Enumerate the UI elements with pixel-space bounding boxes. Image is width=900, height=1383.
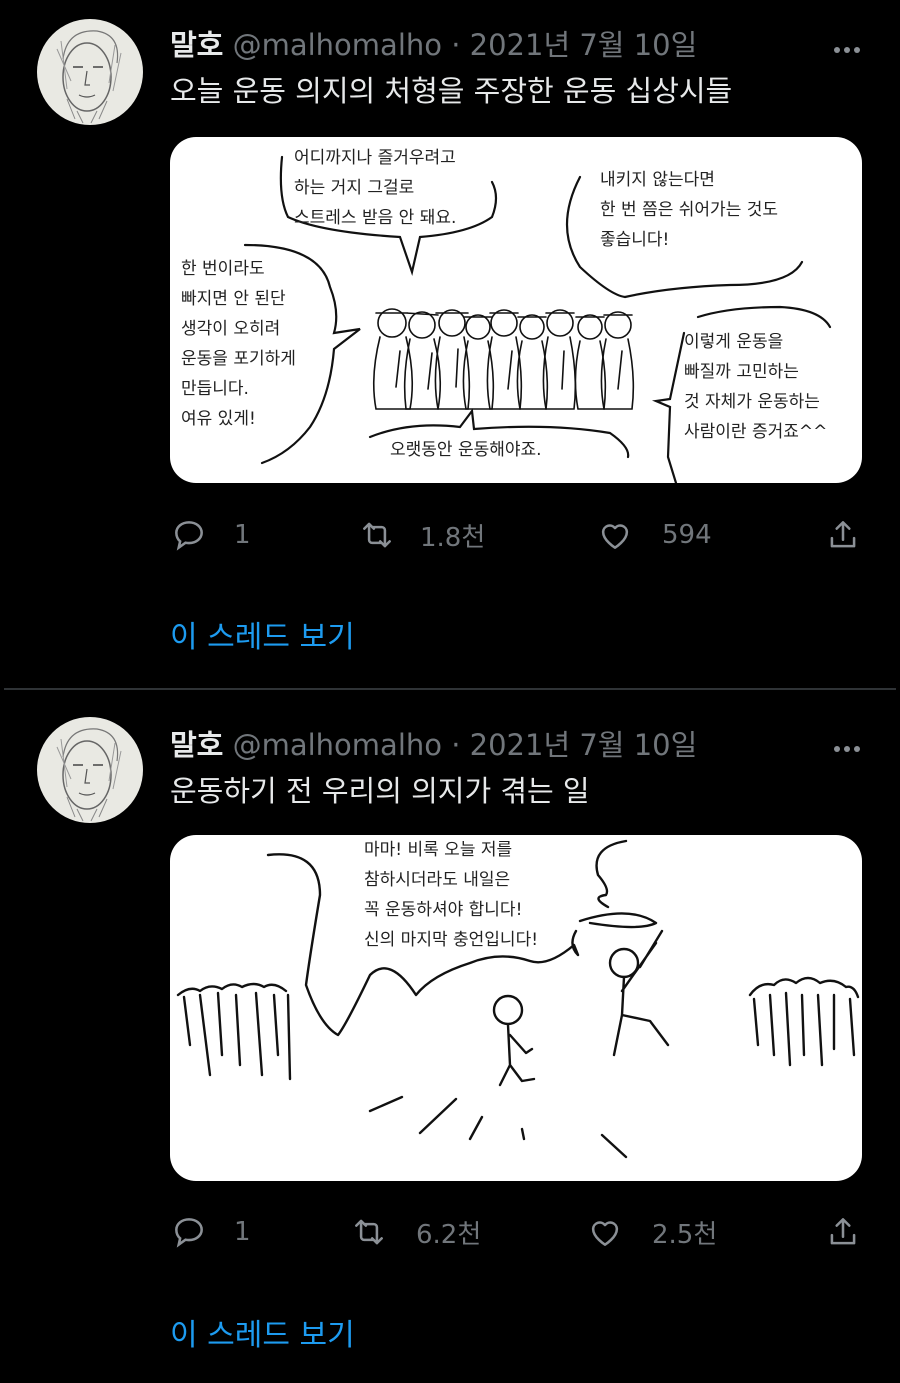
heart-outline-icon xyxy=(591,1221,619,1246)
like-count: 2.5천 xyxy=(652,1219,718,1250)
handle[interactable]: @malhomalho xyxy=(233,728,442,762)
more-options-button[interactable] xyxy=(830,737,860,756)
avatar[interactable] xyxy=(37,717,143,823)
display-name[interactable]: 말호 xyxy=(170,728,223,762)
comic-bubble-bottom: 오랫동안 운동해야죠. xyxy=(390,440,542,460)
heart-outline-icon xyxy=(601,524,629,549)
like-button[interactable]: 2.5천 xyxy=(586,1213,717,1251)
reply-count: 1 xyxy=(234,520,251,550)
more-dots-icon xyxy=(834,47,840,53)
share-button[interactable] xyxy=(824,1213,862,1251)
tweet-text: 오늘 운동 의지의 처형을 주장한 운동 십상시들 xyxy=(170,74,733,108)
tweet-header: 말호 @malhomalho · 2021년 7월 10일 xyxy=(170,722,697,764)
avatar-sketch-face xyxy=(56,728,122,822)
retweet-count: 6.2천 xyxy=(416,1219,482,1250)
tweet-text: 운동하기 전 우리의 의지가 겪는 일 xyxy=(170,774,590,808)
comic-bubble-left: 한 번이라도 빠지면 안 된단 생각이 오히려 운동을 포기하게 만듭니다. 여… xyxy=(181,259,296,429)
comic-bubble-top: 마마! 비록 오늘 저를 참하시더라도 내일은 꼭 운동하셔야 합니다! 신의 … xyxy=(364,840,539,950)
show-thread-link[interactable]: 이 스레드 보기 xyxy=(170,1310,355,1354)
tweet-divider xyxy=(4,688,896,690)
comic-bubble-right-bottom: 이렇게 운동을 빠질까 고민하는 것 자체가 운동하는 사람이란 증거죠^^ xyxy=(684,332,828,442)
tweet-image[interactable]: 마마! 비록 오늘 저를 참하시더라도 내일은 꼭 운동하셔야 합니다! 신의 … xyxy=(170,835,862,1181)
display-name[interactable]: 말호 xyxy=(170,28,223,62)
share-button[interactable] xyxy=(824,516,862,554)
speech-bubble-icon xyxy=(175,521,203,551)
tweet-1[interactable]: 말호 @malhomalho · 2021년 7월 10일 오늘 운동 의지의 … xyxy=(0,0,900,688)
more-dots-icon xyxy=(834,746,840,752)
retweet-count: 1.8천 xyxy=(420,522,486,553)
retweet-button[interactable]: 6.2천 xyxy=(350,1213,481,1251)
reply-button[interactable]: 1 xyxy=(170,1213,251,1251)
retweet-arrows-icon xyxy=(355,1219,383,1245)
speech-bubble-icon xyxy=(175,1218,203,1248)
share-upload-icon xyxy=(830,1218,856,1245)
avatar[interactable] xyxy=(37,19,143,125)
show-thread-link[interactable]: 이 스레드 보기 xyxy=(170,612,355,656)
more-options-button[interactable] xyxy=(830,38,860,57)
tweet-image[interactable]: 어디까지나 즐거우려고 하는 거지 그걸로 스트레스 받음 안 돼요. 내키지 … xyxy=(170,137,862,483)
retweet-button[interactable]: 1.8천 xyxy=(358,516,485,554)
comic-bubble-top: 어디까지나 즐거우려고 하는 거지 그걸로 스트레스 받음 안 돼요. xyxy=(294,148,457,228)
tweet-2[interactable]: 말호 @malhomalho · 2021년 7월 10일 운동하기 전 우리의… xyxy=(0,692,900,1383)
like-button[interactable]: 594 xyxy=(596,516,712,554)
like-count: 594 xyxy=(662,520,712,550)
timestamp[interactable]: · 2021년 7월 10일 xyxy=(451,28,697,62)
tweet-actions: 1 1.8천 594 xyxy=(170,516,870,556)
comic-bubble-right-top: 내키지 않는다면 한 번 쯤은 쉬어가는 것도 좋습니다! xyxy=(600,170,779,250)
timestamp[interactable]: · 2021년 7월 10일 xyxy=(451,728,697,762)
reply-count: 1 xyxy=(234,1217,251,1247)
handle[interactable]: @malhomalho xyxy=(233,28,442,62)
tweet-actions: 1 6.2천 2.5천 xyxy=(170,1213,870,1253)
tweet-header: 말호 @malhomalho · 2021년 7월 10일 xyxy=(170,22,697,64)
retweet-arrows-icon xyxy=(363,522,391,548)
share-upload-icon xyxy=(830,521,856,548)
avatar-sketch-face xyxy=(56,30,122,124)
reply-button[interactable]: 1 xyxy=(170,516,251,554)
